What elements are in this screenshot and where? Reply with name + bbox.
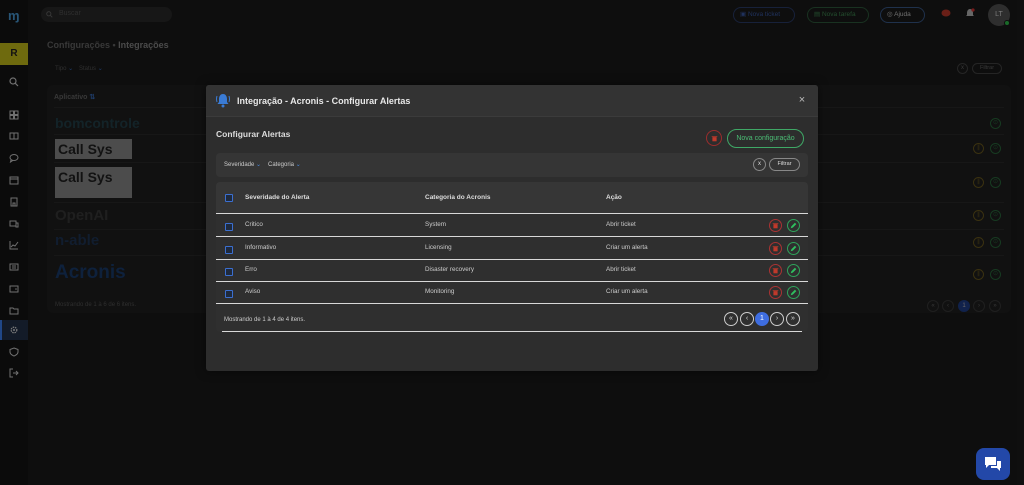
table-row: Aviso Monitoring Criar um alerta [216, 282, 808, 304]
table-bottom-divider [222, 331, 802, 332]
row-checkbox[interactable] [225, 223, 233, 231]
delete-row-button[interactable] [769, 264, 782, 277]
trash-icon [772, 290, 779, 296]
filter-category-label: Categoria [268, 162, 295, 168]
configure-alerts-modal: Integração - Acronis - Configurar Alerta… [206, 85, 818, 371]
table-header: Severidade do Alerta Categoria do Acroni… [216, 182, 808, 214]
trash-icon [711, 136, 718, 142]
pencil-icon [790, 222, 797, 229]
table-row: Informativo Licensing Criar um alerta [216, 238, 808, 260]
table-row: Erro Disaster recovery Abrir ticket [216, 260, 808, 282]
delete-row-button[interactable] [769, 286, 782, 299]
cell-category: Disaster recovery [425, 266, 474, 273]
cell-severity: Erro [245, 266, 257, 273]
filter-category[interactable]: Categoria ⌄ [268, 161, 301, 168]
cell-category: Monitoring [425, 288, 455, 295]
support-chat-button[interactable] [976, 448, 1010, 480]
clear-filter-button[interactable]: x [753, 158, 766, 171]
edit-row-button[interactable] [787, 264, 800, 277]
filter-button[interactable]: Filtrar [769, 158, 800, 171]
table-row: Critico System Abrir ticket [216, 215, 808, 237]
page-first-button[interactable]: « [724, 312, 738, 326]
cell-action: Abrir ticket [606, 221, 636, 228]
cell-severity: Critico [245, 221, 263, 228]
showing-text: Mostrando de 1 à 4 de 4 itens. [224, 317, 306, 323]
filter-severity[interactable]: Severidade ⌄ [224, 161, 261, 168]
trash-icon [772, 246, 779, 252]
filter-severity-label: Severidade [224, 162, 255, 168]
modal-title: Integração - Acronis - Configurar Alerta… [237, 96, 411, 106]
close-icon[interactable]: × [797, 95, 807, 106]
modal-filter-bar: Severidade ⌄ Categoria ⌄ x Filtrar [216, 153, 808, 177]
chat-icon [985, 457, 1001, 471]
section-title: Configurar Alertas [216, 129, 291, 139]
cell-category: System [425, 221, 446, 228]
cell-action: Criar um alerta [606, 288, 648, 295]
cell-action: Abrir ticket [606, 266, 636, 273]
trash-icon [772, 223, 779, 229]
bell-icon [216, 94, 230, 108]
cell-severity: Aviso [245, 288, 261, 295]
page-next-button[interactable]: › [770, 312, 784, 326]
trash-icon [772, 268, 779, 274]
edit-row-button[interactable] [787, 242, 800, 255]
delete-row-button[interactable] [769, 242, 782, 255]
new-config-button[interactable]: Nova configuração [727, 129, 804, 148]
header-severity[interactable]: Severidade do Alerta [245, 194, 309, 201]
edit-row-button[interactable] [787, 286, 800, 299]
page-prev-button[interactable]: ‹ [740, 312, 754, 326]
delete-selected-button[interactable] [706, 130, 722, 146]
cell-category: Licensing [425, 244, 452, 251]
header-category[interactable]: Categoria do Acronis [425, 194, 491, 201]
pencil-icon [790, 245, 797, 252]
edit-row-button[interactable] [787, 219, 800, 232]
row-checkbox[interactable] [225, 246, 233, 254]
page-1-button[interactable]: 1 [755, 312, 769, 326]
cell-severity: Informativo [245, 244, 277, 251]
row-checkbox[interactable] [225, 290, 233, 298]
select-all-checkbox[interactable] [225, 194, 233, 202]
pencil-icon [790, 289, 797, 296]
row-checkbox[interactable] [225, 268, 233, 276]
pencil-icon [790, 267, 797, 274]
header-action[interactable]: Ação [606, 194, 622, 201]
cell-action: Criar um alerta [606, 244, 648, 251]
alerts-table: Severidade do Alerta Categoria do Acroni… [216, 182, 808, 332]
delete-row-button[interactable] [769, 219, 782, 232]
modal-header: Integração - Acronis - Configurar Alerta… [206, 85, 818, 117]
page-last-button[interactable]: » [786, 312, 800, 326]
